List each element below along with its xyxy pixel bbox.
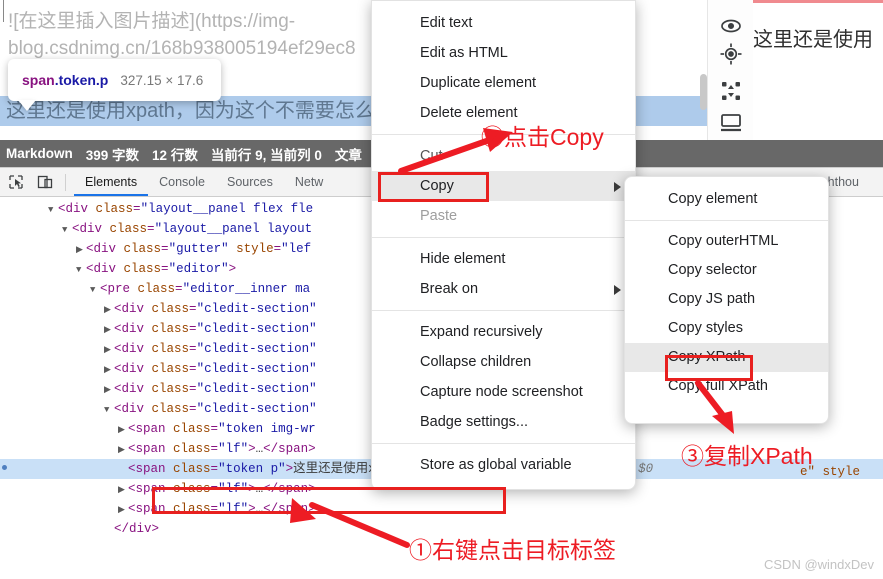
arrow-to-dom-node-icon <box>290 498 410 548</box>
disclosure-triangle-icon[interactable] <box>76 260 86 280</box>
menu-item-label: Badge settings... <box>420 414 529 430</box>
disclosure-triangle-icon[interactable] <box>104 340 114 360</box>
tab-sources[interactable]: Sources <box>216 168 284 196</box>
target-icon[interactable] <box>719 42 743 66</box>
toggle-device-toolbar-icon[interactable] <box>32 169 58 195</box>
context-menu[interactable]: Edit text Edit as HTML Duplicate element De… <box>371 0 636 490</box>
menu-item-label: Copy element <box>668 191 758 207</box>
menu-item-label: Edit as HTML <box>420 45 508 61</box>
selection-bullet <box>2 465 7 470</box>
inspect-element-icon[interactable] <box>3 169 29 195</box>
disclosure-triangle-icon[interactable] <box>118 440 128 460</box>
tab-console[interactable]: Console <box>148 168 216 196</box>
disclosure-triangle-icon[interactable] <box>62 220 72 240</box>
preview-divider <box>753 0 883 3</box>
submenu-item-copy-outerhtml[interactable]: Copy outerHTML <box>625 227 828 256</box>
toolbar-divider <box>65 173 66 191</box>
disclosure-triangle-icon[interactable] <box>104 360 114 380</box>
preview-text: 这里还是使用 <box>753 29 873 51</box>
menu-item-edit-as-html[interactable]: Edit as HTML <box>372 38 635 68</box>
status-cursor-position: 当前行 9, 当前列 0 <box>210 147 322 163</box>
text-caret <box>3 0 4 22</box>
menu-item-label: Edit text <box>420 15 473 31</box>
menu-item-label: Break on <box>420 281 479 297</box>
watermark: CSDN @windxDev <box>764 557 874 572</box>
tab-elements[interactable]: Elements <box>74 168 149 196</box>
tooltip-dimensions: 327.15 × 17.6 <box>120 72 204 88</box>
disclosure-triangle-icon[interactable] <box>48 200 58 220</box>
menu-item-label: Copy JS path <box>668 291 756 307</box>
menu-item-separator <box>372 443 635 444</box>
submenu-item-copy-selector[interactable]: Copy selector <box>625 256 828 285</box>
tooltip-tag-name: span.token.p <box>22 72 109 88</box>
menu-item-capture-node-screenshot[interactable]: Capture node screenshot <box>372 377 635 407</box>
menu-item-label: Collapse children <box>420 354 532 370</box>
expand-arrows-icon[interactable] <box>719 79 743 103</box>
disclosure-triangle-icon[interactable] <box>118 500 128 520</box>
disclosure-triangle-icon[interactable] <box>118 420 128 440</box>
menu-item-separator <box>372 310 635 311</box>
menu-item-label: Store as global variable <box>420 457 572 473</box>
status-mode: Markdown <box>6 146 73 161</box>
status-line-count: 12 行数 <box>152 147 198 163</box>
disclosure-triangle-icon[interactable] <box>104 300 114 320</box>
element-inspector-tooltip: span.token.p 327.15 × 17.6 <box>8 59 221 101</box>
menu-item-label: Copy styles <box>668 320 743 336</box>
menu-item-expand-recursively[interactable]: Expand recursively <box>372 317 635 347</box>
tab-network[interactable]: Netw <box>284 168 334 196</box>
menu-item-duplicate-element[interactable]: Duplicate element <box>372 68 635 98</box>
menu-item-paste: Paste <box>372 201 635 231</box>
editor-toolbar-rail <box>707 0 753 160</box>
annotation-step-2: ②点击Copy <box>481 124 604 150</box>
disclosure-triangle-icon[interactable] <box>104 380 114 400</box>
submenu-item-copy-js-path[interactable]: Copy JS path <box>625 285 828 314</box>
disclosure-triangle-icon[interactable] <box>90 280 100 300</box>
menu-item-label: Duplicate element <box>420 75 537 91</box>
menu-item-hide-element[interactable]: Hide element <box>372 244 635 274</box>
menu-item-label: Copy outerHTML <box>668 233 779 249</box>
menu-item-label: Capture node screenshot <box>420 384 583 400</box>
annotation-step-3: ③复制XPath <box>681 443 813 469</box>
menu-item-label: Copy selector <box>668 262 757 278</box>
menu-item-badge-settings[interactable]: Badge settings... <box>372 407 635 437</box>
menu-item-separator <box>372 237 635 238</box>
menu-item-label: Copy XPath <box>668 349 746 365</box>
editor-scrollbar-thumb[interactable] <box>700 74 707 110</box>
menu-item-store-as-global-variable[interactable]: Store as global variable <box>372 450 635 480</box>
tooltip-pointer-icon <box>18 100 36 111</box>
disclosure-triangle-icon[interactable] <box>104 400 114 420</box>
submenu-arrow-icon <box>614 285 621 295</box>
menu-item-edit-text[interactable]: Edit text <box>372 8 635 38</box>
menu-item-break-on[interactable]: Break on <box>372 274 635 304</box>
submenu-item-copy-styles[interactable]: Copy styles <box>625 314 828 343</box>
eye-icon[interactable] <box>719 14 743 38</box>
layout-panel-icon[interactable] <box>719 110 743 134</box>
annotation-step-1: ①右键点击目标标签 <box>409 537 616 563</box>
menu-item-label: Paste <box>420 208 458 224</box>
markdown-line-2: blog.csdnimg.cn/168b938005194ef29ec8 <box>8 38 356 59</box>
menu-item-collapse-children[interactable]: Collapse children <box>372 347 635 377</box>
status-article: 文章 <box>334 147 362 163</box>
dom-tree-row[interactable]: <span class="lf">…</span> <box>0 499 883 519</box>
submenu-item-separator <box>625 220 828 221</box>
markdown-preview-pane: 这里还是使用 <box>753 0 883 160</box>
disclosure-triangle-icon[interactable] <box>76 240 86 260</box>
disclosure-triangle-icon[interactable] <box>104 320 114 340</box>
disclosure-triangle-icon[interactable] <box>118 480 128 500</box>
menu-item-label: Expand recursively <box>420 324 543 340</box>
submenu-item-copy-xpath[interactable]: Copy XPath <box>625 343 828 372</box>
status-word-count: 399 字数 <box>85 147 140 163</box>
menu-item-label: Hide element <box>420 251 506 267</box>
submenu-arrow-icon <box>614 182 621 192</box>
markdown-line-1: ![在这里插入图片描述](https://img- <box>8 11 296 32</box>
submenu-item-copy-element[interactable]: Copy element <box>625 185 828 214</box>
